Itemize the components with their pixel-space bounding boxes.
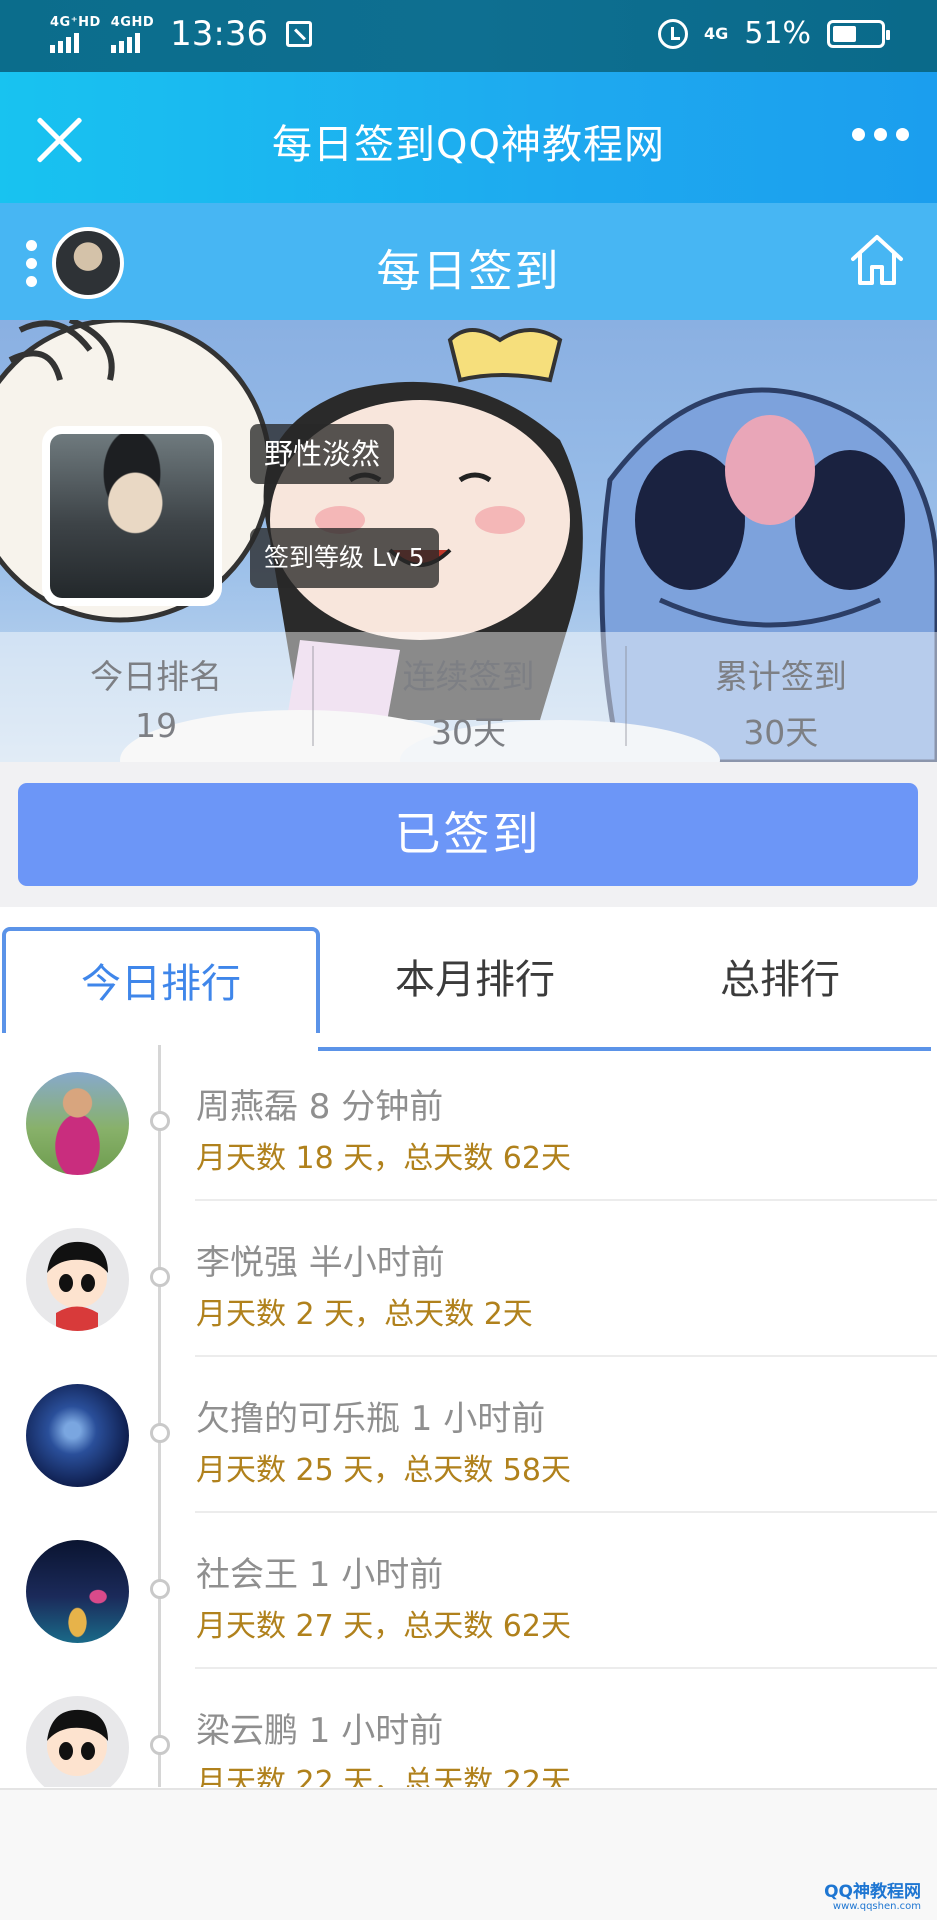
entry-days: 月天数 27 天，总天数 62天 bbox=[196, 1609, 571, 1644]
signal-icon: 4G⁺HD bbox=[50, 16, 101, 53]
profile-photo[interactable] bbox=[42, 426, 222, 606]
section-title: 每日签到 bbox=[376, 246, 561, 297]
ranking-list: 周燕磊 8 分钟前 月天数 18 天，总天数 62天 李悦强 半小时前 月天数 … bbox=[0, 1045, 937, 1787]
timeline-dot bbox=[150, 1423, 170, 1443]
entry-days: 月天数 22 天，总天数 22天 bbox=[196, 1765, 571, 1787]
entry-days: 月天数 2 天，总天数 2天 bbox=[196, 1297, 533, 1332]
home-icon[interactable] bbox=[849, 233, 905, 287]
status-bar: 4G⁺HD 4GHD 13:36 4G 51% bbox=[0, 0, 937, 72]
entry-name: 周燕磊 8 分钟前 bbox=[196, 1087, 444, 1127]
timeline-dot bbox=[150, 1267, 170, 1287]
timeline-dot bbox=[150, 1735, 170, 1755]
list-item[interactable]: 李悦强 半小时前 月天数 2 天，总天数 2天 bbox=[0, 1201, 937, 1357]
entry-days: 月天数 18 天，总天数 62天 bbox=[196, 1141, 571, 1176]
entry-name: 梁云鹏 1 小时前 bbox=[196, 1711, 444, 1751]
entry-name: 李悦强 半小时前 bbox=[196, 1243, 445, 1283]
list-item[interactable]: 梁云鹏 1 小时前 月天数 22 天，总天数 22天 bbox=[0, 1669, 937, 1787]
battery-percent: 51% bbox=[744, 16, 811, 51]
signed-button[interactable]: 已签到 bbox=[18, 783, 918, 886]
sign-level: 签到等级 Lv 5 bbox=[250, 528, 439, 588]
timeline-dot bbox=[150, 1111, 170, 1131]
user-name: 野性淡然 bbox=[250, 424, 395, 484]
signal-icon: 4GHD bbox=[110, 16, 154, 53]
avatar bbox=[26, 1228, 129, 1331]
list-item[interactable]: 欠撸的可乐瓶 1 小时前 月天数 25 天，总天数 58天 bbox=[0, 1357, 937, 1513]
avatar bbox=[26, 1540, 129, 1643]
clock: 13:36 bbox=[170, 14, 269, 54]
network-indicator: 4G bbox=[704, 23, 729, 43]
entry-name: 欠撸的可乐瓶 1 小时前 bbox=[196, 1399, 546, 1439]
stats-bar: 今日排名 19 连续签到 30天 累计签到 30天 bbox=[0, 632, 937, 762]
entry-name: 社会王 1 小时前 bbox=[196, 1555, 444, 1595]
avatar bbox=[26, 1696, 129, 1787]
page: 4G⁺HD 4GHD 13:36 4G 51% 每日签到QQ神教程网 每日签到 bbox=[0, 0, 937, 1920]
avatar bbox=[26, 1072, 129, 1175]
tab-month[interactable]: 本月排行 bbox=[320, 927, 630, 1033]
ranking-panel: 今日排行 本月排行 总排行 周燕磊 8 分钟前 月天数 18 天，总天数 62天 bbox=[0, 907, 937, 1920]
avatar bbox=[26, 1384, 129, 1487]
profile-banner: 野性淡然 签到等级 Lv 5 今日排名 19 连续签到 30天 累计签到 30天 bbox=[0, 320, 937, 762]
battery-icon bbox=[827, 19, 890, 48]
sim-icon bbox=[286, 21, 313, 47]
stat-total: 累计签到 30天 bbox=[624, 632, 937, 762]
sub-header: 每日签到 bbox=[0, 203, 937, 320]
tab-total[interactable]: 总排行 bbox=[630, 927, 930, 1033]
bottom-bar: QQ神教程网 www.qqshen.com bbox=[0, 1788, 937, 1920]
stat-today-rank: 今日排名 19 bbox=[90, 657, 223, 745]
list-item[interactable]: 社会王 1 小时前 月天数 27 天，总天数 62天 bbox=[0, 1513, 937, 1669]
tab-today[interactable]: 今日排行 bbox=[2, 927, 320, 1033]
entry-days: 月天数 25 天，总天数 58天 bbox=[196, 1453, 571, 1488]
page-title: 每日签到QQ神教程网 bbox=[272, 122, 665, 168]
title-bar: 每日签到QQ神教程网 bbox=[0, 72, 937, 203]
watermark: QQ神教程网 www.qqshen.com bbox=[824, 1881, 921, 1912]
list-item[interactable]: 周燕磊 8 分钟前 月天数 18 天，总天数 62天 bbox=[0, 1045, 937, 1201]
ranking-tabs: 今日排行 本月排行 总排行 bbox=[0, 927, 937, 1051]
timeline-dot bbox=[150, 1579, 170, 1599]
stat-consecutive: 连续签到 30天 bbox=[312, 632, 624, 762]
more-icon[interactable] bbox=[852, 128, 909, 141]
alarm-icon bbox=[658, 18, 689, 49]
